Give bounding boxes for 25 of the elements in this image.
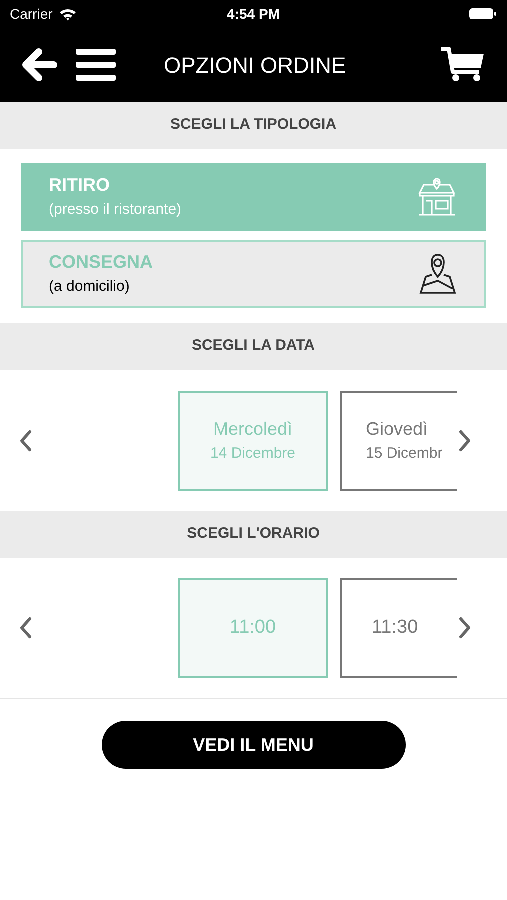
time-option[interactable]: 11:30 — [340, 578, 457, 678]
section-title: SCEGLI L'ORARIO — [187, 524, 320, 544]
shop-icon — [416, 177, 458, 217]
section-title: SCEGLI LA DATA — [192, 336, 316, 356]
date-label: 14 Dicembre — [210, 444, 296, 464]
cart-icon[interactable] — [441, 46, 485, 84]
wifi-icon — [58, 8, 77, 20]
option-title: CONSEGNA — [49, 251, 154, 274]
option-title: RITIRO — [49, 174, 111, 198]
weekday-label: Giovedì — [366, 418, 428, 441]
date-label: 15 Dicembr — [366, 444, 443, 464]
option-subtitle: (presso il ristorante) — [49, 200, 182, 220]
date-option[interactable]: Giovedì 15 Dicembr — [340, 390, 457, 490]
order-type-option[interactable]: CONSEGNA (a domicilio) — [21, 240, 486, 308]
carrier-label: Carrier — [10, 4, 53, 24]
menu-icon[interactable] — [76, 48, 116, 82]
clock-time: 4:54 PM — [227, 4, 280, 24]
map-pin-icon — [418, 253, 458, 295]
battery-icon — [468, 8, 497, 20]
view-menu-button[interactable]: VEDI IL MENU — [102, 721, 406, 769]
weekday-label: Mercoledì — [213, 418, 293, 441]
option-subtitle: (a domicilio) — [49, 277, 131, 298]
back-arrow-icon[interactable] — [22, 48, 58, 82]
page-title: OPZIONI ORDINE — [164, 52, 346, 80]
section-title: SCEGLI LA TIPOLOGIA — [170, 115, 337, 136]
